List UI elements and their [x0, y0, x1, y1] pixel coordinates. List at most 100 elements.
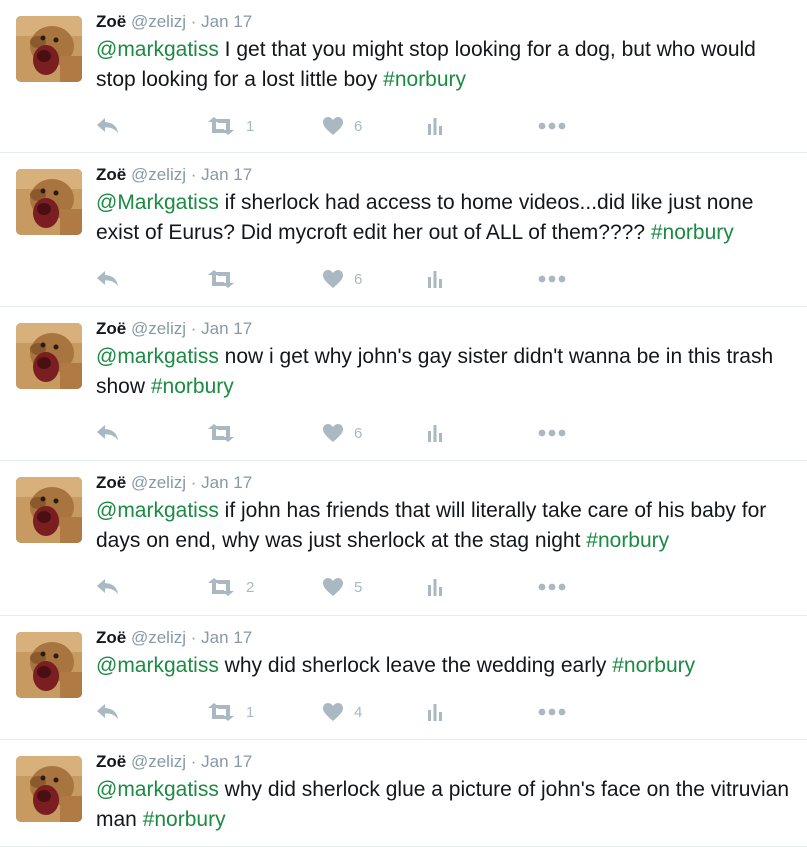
tweet-date[interactable]: Jan 17	[201, 12, 252, 31]
author-handle[interactable]: @zelizj	[131, 319, 186, 338]
more-icon	[538, 429, 566, 437]
retweet-button[interactable]: 1	[206, 114, 254, 138]
mention-link[interactable]: @markgatiss	[96, 38, 219, 61]
reply-icon	[96, 703, 120, 721]
hashtag-link[interactable]: #norbury	[151, 375, 234, 398]
author-name[interactable]: Zoë	[96, 12, 126, 31]
tweet-date[interactable]: Jan 17	[201, 165, 252, 184]
retweet-count: 1	[246, 703, 255, 721]
more-button[interactable]	[538, 421, 566, 445]
tweet-text: @markgatiss why did sherlock leave the w…	[96, 651, 797, 681]
mention-link[interactable]: @markgatiss	[96, 345, 219, 368]
reply-button[interactable]	[96, 575, 120, 599]
like-button[interactable]: 5	[322, 575, 362, 599]
retweet-button[interactable]: 1	[206, 700, 254, 724]
mention-link[interactable]: @markgatiss	[96, 499, 219, 522]
tweet-header: Zoë @zelizj · Jan 17	[96, 11, 797, 33]
tweet-header: Zoë @zelizj · Jan 17	[96, 472, 797, 494]
analytics-button[interactable]	[426, 575, 444, 599]
heart-icon	[322, 702, 344, 722]
hashtag-link[interactable]: #norbury	[383, 68, 466, 91]
retweet-icon	[206, 578, 236, 596]
tweet-content: Zoë @zelizj · Jan 17 @markgatiss why did …	[96, 751, 797, 835]
reply-button[interactable]	[96, 267, 120, 291]
like-button[interactable]: 6	[322, 114, 362, 138]
author-handle[interactable]: @zelizj	[131, 12, 186, 31]
mention-link[interactable]: @Markgatiss	[96, 191, 219, 214]
author-name[interactable]: Zoë	[96, 319, 126, 338]
author-name[interactable]: Zoë	[96, 628, 126, 647]
analytics-button[interactable]	[426, 267, 444, 291]
mention-link[interactable]: @markgatiss	[96, 778, 219, 801]
tweet[interactable]: Zoë @zelizj · Jan 17 @markgatiss now i ge…	[0, 307, 807, 461]
tweet-content: Zoë @zelizj · Jan 17 @markgatiss why did …	[96, 627, 797, 681]
tweet-date[interactable]: Jan 17	[201, 473, 252, 492]
more-button[interactable]	[538, 267, 566, 291]
more-button[interactable]	[538, 700, 566, 724]
more-icon	[538, 122, 566, 130]
author-handle[interactable]: @zelizj	[131, 752, 186, 771]
author-handle[interactable]: @zelizj	[131, 165, 186, 184]
more-icon	[538, 583, 566, 591]
author-name[interactable]: Zoë	[96, 165, 126, 184]
tweet[interactable]: Zoë @zelizj · Jan 17 @markgatiss if john …	[0, 461, 807, 616]
hashtag-link[interactable]: #norbury	[612, 654, 695, 677]
author-name[interactable]: Zoë	[96, 473, 126, 492]
author-name[interactable]: Zoë	[96, 752, 126, 771]
reply-icon	[96, 117, 120, 135]
tweet-content: Zoë @zelizj · Jan 17 @markgatiss now i ge…	[96, 318, 797, 402]
header-separator: ·	[190, 628, 197, 647]
analytics-icon	[426, 578, 444, 596]
reply-button[interactable]	[96, 700, 120, 724]
tweet-text: @markgatiss I get that you might stop lo…	[96, 35, 797, 95]
hashtag-link[interactable]: #norbury	[143, 808, 226, 831]
tweet-date[interactable]: Jan 17	[201, 319, 252, 338]
hashtag-link[interactable]: #norbury	[651, 221, 734, 244]
heart-icon	[322, 577, 344, 597]
analytics-icon	[426, 703, 444, 721]
analytics-button[interactable]	[426, 700, 444, 724]
more-button[interactable]	[538, 575, 566, 599]
like-count: 6	[354, 270, 363, 288]
like-count: 5	[354, 578, 363, 596]
tweet-header: Zoë @zelizj · Jan 17	[96, 318, 797, 340]
tweet-content: Zoë @zelizj · Jan 17 @markgatiss if john …	[96, 472, 797, 556]
reply-button[interactable]	[96, 421, 120, 445]
tweet-text: @markgatiss why did sherlock glue a pict…	[96, 775, 797, 835]
reply-icon	[96, 578, 120, 596]
like-button[interactable]: 6	[322, 267, 362, 291]
analytics-button[interactable]	[426, 114, 444, 138]
retweet-icon	[206, 703, 236, 721]
tweet-actions: 6	[96, 267, 576, 291]
tweet-date[interactable]: Jan 17	[201, 752, 252, 771]
avatar[interactable]	[16, 169, 82, 235]
avatar[interactable]	[16, 477, 82, 543]
mention-link[interactable]: @markgatiss	[96, 654, 219, 677]
hashtag-link[interactable]: #norbury	[586, 529, 669, 552]
analytics-button[interactable]	[426, 421, 444, 445]
retweet-button[interactable]: 2	[206, 575, 254, 599]
tweet[interactable]: Zoë @zelizj · Jan 17 @markgatiss I get th…	[0, 0, 807, 153]
tweet-text-segment: why did sherlock leave the wedding early	[218, 654, 613, 677]
retweet-count: 2	[246, 578, 255, 596]
reply-icon	[96, 424, 120, 442]
avatar[interactable]	[16, 323, 82, 389]
like-button[interactable]: 6	[322, 421, 362, 445]
author-handle[interactable]: @zelizj	[131, 473, 186, 492]
like-button[interactable]: 4	[322, 700, 362, 724]
avatar[interactable]	[16, 16, 82, 82]
tweet[interactable]: Zoë @zelizj · Jan 17 @markgatiss why did …	[0, 616, 807, 740]
tweet[interactable]: Zoë @zelizj · Jan 17 @markgatiss why did …	[0, 740, 807, 847]
tweet-header: Zoë @zelizj · Jan 17	[96, 164, 797, 186]
heart-icon	[322, 269, 344, 289]
more-button[interactable]	[538, 114, 566, 138]
tweet-date[interactable]: Jan 17	[201, 628, 252, 647]
avatar[interactable]	[16, 756, 82, 822]
retweet-button[interactable]	[206, 267, 246, 291]
retweet-button[interactable]	[206, 421, 246, 445]
avatar[interactable]	[16, 632, 82, 698]
reply-button[interactable]	[96, 114, 120, 138]
tweet-actions: 14	[96, 700, 576, 724]
author-handle[interactable]: @zelizj	[131, 628, 186, 647]
tweet[interactable]: Zoë @zelizj · Jan 17 @Markgatiss if sherl…	[0, 153, 807, 307]
